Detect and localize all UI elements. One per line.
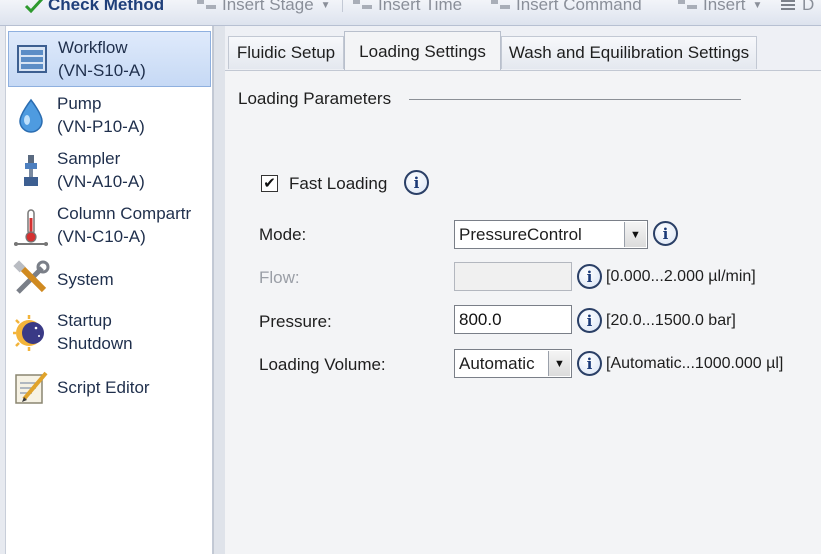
insert-time-icon [353, 0, 372, 9]
check-method-label: Check Method [48, 0, 165, 14]
insert-time-label: Insert Time [378, 0, 463, 14]
tools-icon [12, 260, 50, 298]
info-icon[interactable]: i [404, 170, 429, 195]
panel-splitter[interactable] [213, 26, 225, 554]
nav-item-label: Column Compartr [57, 204, 192, 223]
nav-item-sublabel: (VN-A10-A) [57, 172, 145, 191]
nav-item-sublabel: (VN-P10-A) [57, 117, 145, 136]
nav-item-workflow[interactable]: Workflow (VN-S10-A) [8, 31, 211, 87]
insert-stage-button[interactable]: Insert Stage ▼ [196, 0, 331, 18]
tab-label: Wash and Equilibration Settings [508, 43, 750, 62]
insert-button[interactable]: Insert ▼ [677, 0, 762, 18]
flow-range: [0.000...2.000 µl/min] [606, 268, 756, 285]
flow-field[interactable] [454, 262, 572, 291]
mode-value: PressureControl [459, 225, 582, 244]
pressure-label: Pressure: [259, 312, 332, 331]
nav-item-sublabel: (VN-C10-A) [57, 227, 146, 246]
nav-item-column-compartment[interactable]: Column Compartr (VN-C10-A) [8, 199, 211, 255]
nav-item-pump[interactable]: Pump (VN-P10-A) [8, 89, 211, 143]
tab-fluidic-setup[interactable]: Fluidic Setup [228, 36, 344, 69]
toolbar-separator [342, 0, 343, 12]
info-icon[interactable]: i [653, 221, 678, 246]
nav-item-label: Startup [57, 311, 112, 330]
nav-item-label: Workflow [58, 38, 128, 57]
insert-stage-icon [197, 0, 216, 9]
insert-command-button[interactable]: Insert Command [490, 0, 642, 18]
nav-item-script-editor[interactable]: Script Editor [8, 366, 211, 410]
loading-settings-panel: Loading Parameters ✔ Fast Loading i Mode… [225, 70, 821, 554]
loading-volume-range: [Automatic...1000.000 µl] [606, 355, 784, 372]
nav-item-system[interactable]: System [8, 258, 211, 300]
script-editor-icon [12, 369, 50, 407]
tab-loading-settings[interactable]: Loading Settings [344, 31, 501, 71]
navigation-panel: Workflow (VN-S10-A) Pump (VN-P10-A) Samp [6, 26, 213, 554]
mode-label: Mode: [259, 225, 307, 244]
pressure-field[interactable] [454, 305, 572, 334]
pressure-range: [20.0...1500.0 bar] [606, 312, 736, 329]
nav-item-label: Sampler [57, 149, 121, 168]
nav-item-label: Script Editor [57, 378, 150, 397]
mode-select[interactable]: PressureControl ▼ [454, 220, 648, 249]
loading-volume-select[interactable]: Automatic ▼ [454, 349, 572, 378]
chevron-down-icon: ▼ [320, 0, 331, 11]
insert-label: Insert [703, 0, 746, 14]
checkmark-icon [24, 0, 44, 13]
info-icon[interactable]: i [577, 264, 602, 289]
nav-item-startup-shutdown[interactable]: Startup Shutdown [8, 306, 211, 362]
nav-item-sublabel: Shutdown [57, 334, 133, 353]
flow-label: Flow: [259, 268, 300, 287]
list-icon [781, 0, 795, 10]
chevron-down-icon[interactable]: ▼ [548, 351, 570, 376]
group-title: Loading Parameters [238, 89, 392, 108]
insert-time-button[interactable]: Insert Time [352, 0, 462, 18]
sun-moon-icon [12, 314, 50, 352]
truncated-toolbar-label: D [802, 0, 815, 14]
insert-command-label: Insert Command [516, 0, 642, 14]
nav-item-sublabel: (VN-S10-A) [58, 61, 146, 80]
truncated-toolbar-button[interactable]: D [780, 0, 814, 18]
loading-volume-value: Automatic [459, 354, 535, 373]
insert-command-icon [491, 0, 510, 9]
sampler-icon [12, 152, 50, 190]
tab-label: Fluidic Setup [236, 43, 336, 62]
fast-loading-checkbox[interactable]: ✔ [261, 175, 278, 192]
tab-wash-equilibration-settings[interactable]: Wash and Equilibration Settings [501, 36, 757, 69]
insert-icon [678, 0, 697, 9]
info-icon[interactable]: i [577, 351, 602, 376]
tab-bar: Fluidic Setup Loading Settings Wash and … [225, 26, 821, 71]
chevron-down-icon: ▼ [752, 0, 763, 11]
tab-label: Loading Settings [359, 41, 486, 61]
nav-item-label: Pump [57, 94, 102, 113]
pump-drop-icon [12, 97, 50, 135]
check-method-button[interactable]: Check Method [24, 0, 164, 18]
info-icon[interactable]: i [577, 308, 602, 333]
fast-loading-label: Fast Loading [289, 174, 388, 193]
nav-item-label: System [57, 270, 114, 289]
loading-volume-label: Loading Volume: [259, 355, 386, 374]
thermometer-icon [12, 208, 50, 246]
chevron-down-icon[interactable]: ▼ [624, 222, 646, 247]
group-divider [409, 99, 741, 100]
workflow-icon [13, 40, 51, 78]
toolbar: Check Method Insert Stage ▼ Insert Time … [0, 0, 821, 26]
nav-item-sampler[interactable]: Sampler (VN-A10-A) [8, 144, 211, 198]
insert-stage-label: Insert Stage [222, 0, 314, 14]
